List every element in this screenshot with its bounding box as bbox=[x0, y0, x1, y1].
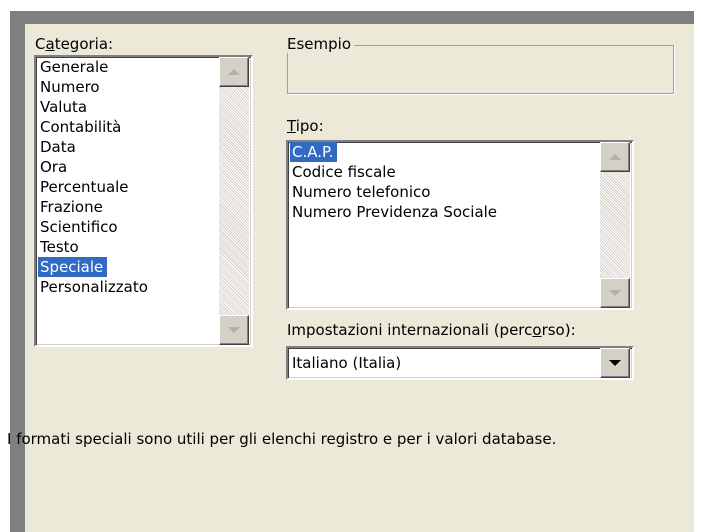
category-scroll-down-button[interactable] bbox=[219, 315, 249, 345]
type-label: Tipo: bbox=[287, 117, 324, 135]
type-scrollbar[interactable] bbox=[600, 142, 630, 308]
locale-select-value: Italiano (Italia) bbox=[292, 354, 402, 372]
category-item-contabilit[interactable]: Contabilità bbox=[38, 117, 125, 137]
format-cells-dialog: Categoria: Generale Numero Valuta Contabili… bbox=[7, 24, 694, 532]
category-label: Categoria: bbox=[35, 35, 113, 53]
locale-dropdown-button[interactable] bbox=[600, 348, 630, 378]
category-list[interactable]: Generale Numero Valuta Contabilità Data Ora Pe… bbox=[34, 55, 253, 347]
triangle-up-icon bbox=[609, 154, 621, 160]
type-item-codice-fiscale[interactable]: Codice fiscale bbox=[290, 162, 400, 182]
category-item-numero[interactable]: Numero bbox=[38, 77, 104, 97]
category-label-pre: C bbox=[35, 35, 46, 53]
category-item-frazione[interactable]: Frazione bbox=[38, 197, 107, 217]
category-item-personalizzato[interactable]: Personalizzato bbox=[38, 277, 152, 297]
category-item-ora[interactable]: Ora bbox=[38, 157, 71, 177]
category-scrollbar[interactable] bbox=[219, 57, 249, 345]
window-frame-top bbox=[14, 11, 694, 24]
triangle-up-icon bbox=[228, 69, 240, 75]
locale-select[interactable]: Italiano (Italia) bbox=[286, 346, 634, 380]
type-label-accel: T bbox=[287, 117, 296, 135]
chevron-down-icon bbox=[609, 360, 621, 366]
locale-label-pre: Impostazioni internazionali (perc bbox=[287, 321, 533, 339]
category-label-post: tegoria: bbox=[54, 35, 114, 53]
category-scroll-up-button[interactable] bbox=[219, 57, 249, 87]
type-label-post: ipo: bbox=[295, 117, 324, 135]
locale-label-accel: o bbox=[532, 321, 542, 339]
example-label: Esempio bbox=[287, 35, 354, 53]
type-item-c-a-p[interactable]: C.A.P. bbox=[290, 142, 338, 162]
description-text: I formati speciali sono utili per gli el… bbox=[7, 430, 557, 448]
category-item-percentuale[interactable]: Percentuale bbox=[38, 177, 133, 197]
category-item-scientifico[interactable]: Scientifico bbox=[38, 217, 122, 237]
category-item-speciale[interactable]: Speciale bbox=[38, 257, 108, 277]
locale-label-post: rso): bbox=[541, 321, 576, 339]
category-item-data[interactable]: Data bbox=[38, 137, 80, 157]
category-item-valuta[interactable]: Valuta bbox=[38, 97, 91, 117]
type-scroll-up-button[interactable] bbox=[600, 142, 630, 172]
type-item-numero-telefonico[interactable]: Numero telefonico bbox=[290, 182, 434, 202]
type-scroll-down-button[interactable] bbox=[600, 278, 630, 308]
category-item-generale[interactable]: Generale bbox=[38, 57, 112, 77]
type-item-numero-previdenza-sociale[interactable]: Numero Previdenza Sociale bbox=[290, 202, 501, 222]
triangle-down-icon bbox=[228, 327, 240, 333]
window-frame-left bbox=[10, 11, 25, 532]
category-item-testo[interactable]: Testo bbox=[38, 237, 83, 257]
category-label-accel: a bbox=[45, 35, 55, 53]
type-list[interactable]: C.A.P. Codice fiscale Numero telefonico Num… bbox=[286, 140, 634, 310]
locale-label: Impostazioni internazionali (percorso): bbox=[287, 321, 576, 339]
triangle-down-icon bbox=[609, 290, 621, 296]
